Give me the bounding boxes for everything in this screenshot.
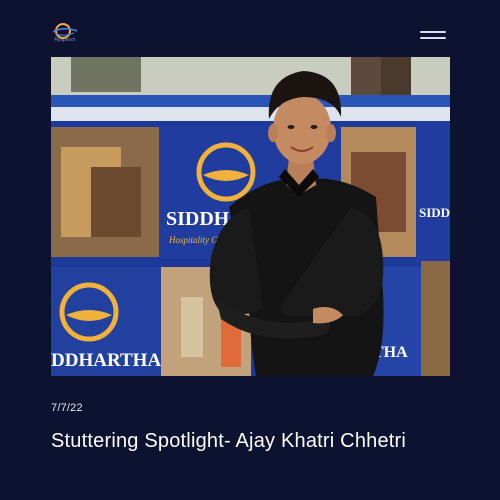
post-title[interactable]: Stuttering Spotlight- Ajay Khatri Chhetr… [51, 428, 441, 455]
post-featured-image[interactable]: SIDDHARTHA Hospitality Group SIDD DDHART… [51, 57, 450, 376]
sign-text-bottom: DDHARTHA [51, 350, 161, 371]
hamburger-menu-button[interactable] [420, 29, 446, 41]
menu-line-icon [420, 37, 446, 39]
portrait-photo: SIDDHARTHA Hospitality Group SIDD DDHART… [51, 57, 450, 376]
sign-text-right: SIDD [419, 205, 450, 220]
logo-text: MySpeech [54, 37, 76, 42]
site-logo[interactable]: MySpeech [50, 22, 80, 46]
page: MySpeech SIDDHARTHA [0, 0, 500, 500]
post-date: 7/7/22 [51, 402, 83, 414]
menu-line-icon [420, 31, 446, 33]
